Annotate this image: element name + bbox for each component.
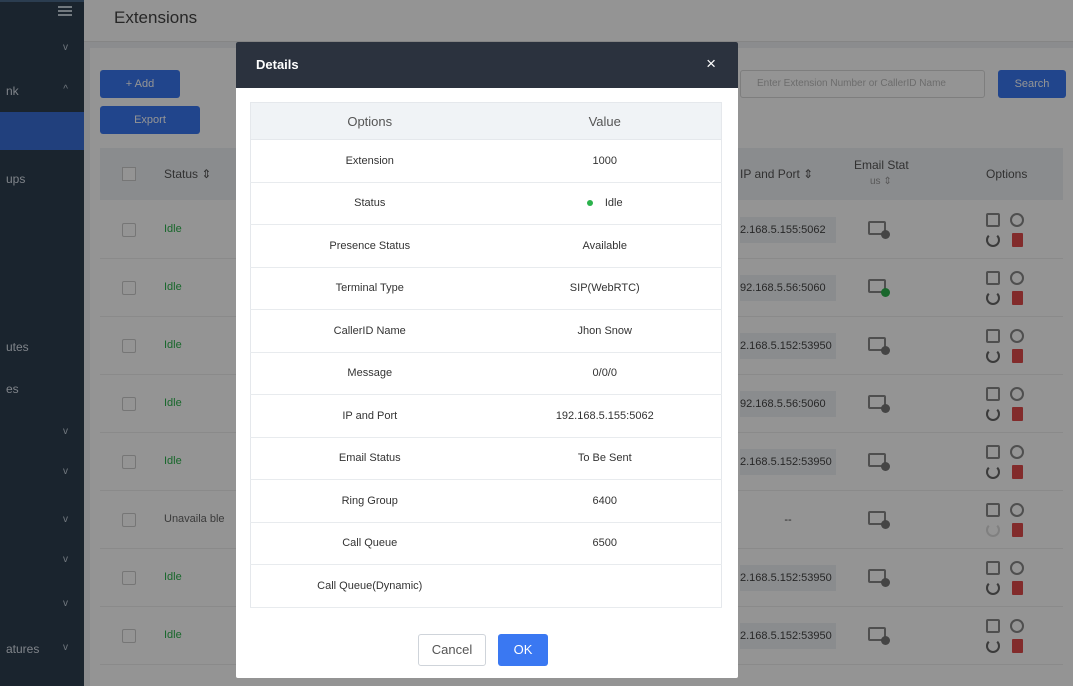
details-row: IP and Port 192.168.5.155:5062 (250, 394, 722, 438)
detail-value: To Be Sent (488, 437, 722, 480)
detail-value: Available (488, 224, 722, 268)
detail-value-text: 192.168.5.155:5062 (555, 409, 654, 422)
detail-option: Extension (250, 139, 489, 183)
details-row: Email Status To Be Sent (250, 437, 722, 480)
status-dot-icon (586, 200, 593, 207)
detail-value-text: 1000 (592, 154, 617, 167)
detail-value-text: 6500 (592, 537, 617, 550)
detail-value (488, 564, 722, 608)
detail-value-text: Available (582, 239, 627, 252)
detail-option: CallerID Name (250, 309, 489, 353)
detail-value: Idle (488, 182, 722, 225)
detail-option: Ring Group (250, 479, 489, 523)
detail-value: Jhon Snow (488, 309, 722, 353)
ok-button[interactable]: OK (498, 634, 548, 666)
detail-option: Call Queue(Dynamic) (250, 564, 489, 608)
detail-value: 192.168.5.155:5062 (488, 394, 722, 438)
details-row: Status Idle (250, 182, 722, 225)
details-modal: Details × Options Value Extension 1000 Sta… (236, 42, 738, 678)
detail-value-text: SIP(WebRTC) (569, 282, 640, 295)
detail-option: Call Queue (250, 522, 489, 565)
options-column-header: Options (250, 102, 489, 140)
detail-value-text: Jhon Snow (577, 324, 632, 337)
details-row: Call Queue(Dynamic) (250, 564, 722, 608)
detail-option: IP and Port (250, 394, 489, 438)
details-table: Options Value Extension 1000 Status Idle Pre… (250, 102, 722, 608)
details-row: Message 0/0/0 (250, 352, 722, 395)
value-column-header: Value (488, 102, 722, 140)
details-row: Call Queue 6500 (250, 522, 722, 565)
detail-value-text: 0/0/0 (592, 367, 617, 380)
detail-option: Email Status (250, 437, 489, 480)
details-row: CallerID Name Jhon Snow (250, 309, 722, 353)
detail-value: SIP(WebRTC) (488, 267, 722, 310)
detail-option: Terminal Type (250, 267, 489, 310)
detail-value: 6400 (488, 479, 722, 523)
details-row: Terminal Type SIP(WebRTC) (250, 267, 722, 310)
detail-option: Status (250, 182, 489, 225)
details-table-header: Options Value (250, 102, 722, 140)
cancel-button[interactable]: Cancel (418, 634, 486, 666)
detail-value: 6500 (488, 522, 722, 565)
detail-value-text: 6400 (592, 494, 617, 507)
detail-value-text: Idle (604, 197, 623, 210)
detail-option: Message (250, 352, 489, 395)
modal-header: Details × (236, 42, 738, 88)
details-row: Presence Status Available (250, 224, 722, 268)
detail-value: 0/0/0 (488, 352, 722, 395)
detail-value-text: To Be Sent (577, 452, 632, 465)
detail-option: Presence Status (250, 224, 489, 268)
detail-value: 1000 (488, 139, 722, 183)
modal-title: Details (256, 57, 299, 72)
details-row: Extension 1000 (250, 139, 722, 183)
details-row: Ring Group 6400 (250, 479, 722, 523)
close-icon[interactable]: × (706, 54, 716, 74)
